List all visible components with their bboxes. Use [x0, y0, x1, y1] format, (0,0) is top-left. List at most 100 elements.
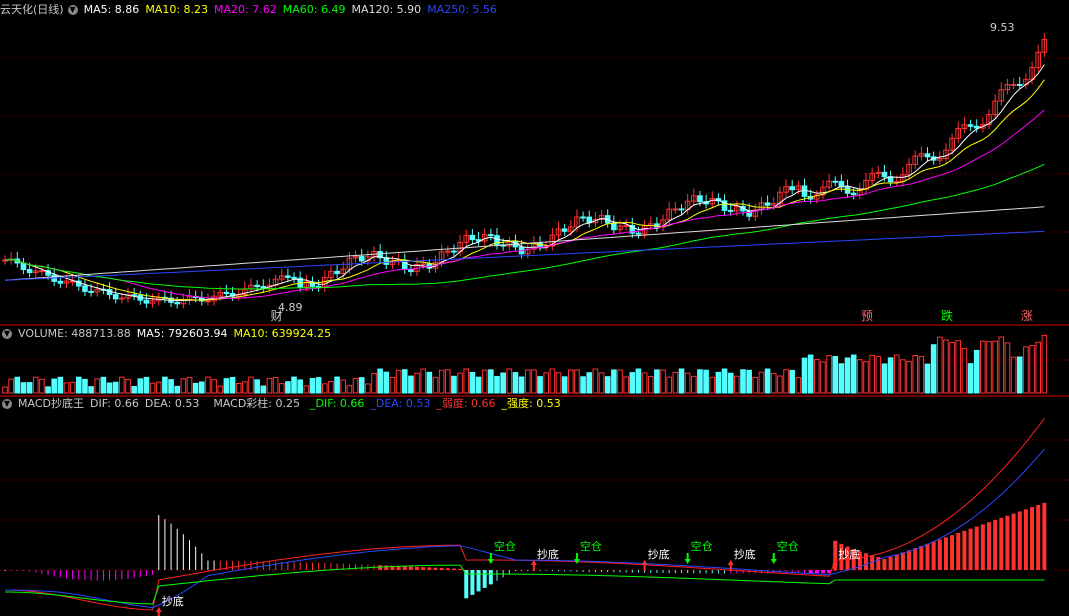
volume-bar — [998, 336, 1005, 394]
macd-bar — [558, 570, 559, 572]
volume-bar — [961, 347, 968, 394]
macd-bar — [894, 554, 899, 570]
volume-bar — [143, 376, 150, 394]
volume-bar — [76, 376, 82, 394]
macd-bar — [427, 567, 432, 570]
candle-body — [285, 275, 291, 278]
candle-body — [26, 269, 33, 274]
volume-bar — [740, 369, 746, 394]
macd-bar — [145, 570, 147, 577]
volume-bar — [1016, 356, 1023, 394]
macd-bar — [41, 570, 43, 574]
sell-signal-label: 空仓 — [494, 539, 516, 553]
macd-bar — [402, 566, 407, 570]
volume-bar — [660, 369, 666, 394]
candle-body — [586, 216, 593, 224]
candle-body — [924, 153, 931, 158]
volume-bar — [783, 369, 789, 394]
sell-arrow-icon — [487, 553, 494, 564]
macd-bar — [993, 520, 998, 570]
volume-bar — [641, 372, 648, 394]
volume-bar — [155, 381, 162, 394]
volume-bar — [875, 356, 882, 394]
volume-bar — [174, 385, 180, 394]
candle-body — [789, 186, 796, 191]
volume-bar — [272, 377, 279, 394]
buy-signal-label: 抄底 — [537, 547, 559, 561]
macd-bar — [496, 570, 498, 581]
sell-signal-label: 空仓 — [777, 539, 799, 553]
volume-bar — [992, 340, 998, 394]
macd-bar — [521, 570, 523, 571]
candle-body — [623, 224, 629, 227]
candle-body — [727, 209, 734, 212]
macd-bar — [919, 545, 924, 570]
macd-bar — [925, 543, 930, 570]
volume-bar — [420, 368, 426, 394]
macd-bar — [931, 541, 936, 570]
volume-bar — [598, 372, 605, 394]
volume-bar — [555, 372, 562, 394]
macd-bar — [999, 517, 1004, 570]
candle-body — [973, 125, 980, 129]
volume-bar — [20, 382, 27, 394]
volume-bar — [358, 377, 365, 394]
volume-bar — [844, 357, 851, 394]
volume-bar — [881, 363, 888, 394]
macd-bar — [687, 570, 689, 574]
macd-bar — [943, 537, 948, 570]
macd-bar — [482, 570, 487, 588]
volume-bar — [967, 363, 974, 394]
low-price-label: 4.89 — [278, 301, 303, 314]
macd-bar — [355, 564, 357, 570]
volume-bar — [322, 383, 328, 394]
volume-bar — [709, 376, 716, 394]
volume-bar — [199, 381, 205, 394]
sell-signal-label: 空仓 — [580, 539, 602, 553]
macd-bar — [582, 570, 584, 572]
volume-bar — [647, 376, 654, 394]
volume-bar — [32, 376, 39, 394]
volume-bar — [574, 369, 580, 394]
macd-bar — [619, 570, 621, 573]
volume-bar — [254, 379, 260, 394]
volume-bar — [39, 378, 45, 394]
volume-bar — [315, 377, 322, 394]
volume-bar — [451, 375, 457, 394]
chart-canvas[interactable]: 财预跌涨抄底空仓抄底空仓抄底空仓抄底空仓抄底 — [0, 0, 1069, 616]
volume-bar — [137, 378, 144, 394]
macd-bar — [84, 570, 86, 581]
volume-bar — [389, 376, 396, 394]
volume-bar — [352, 377, 359, 394]
volume-bar — [727, 372, 734, 394]
volume-bar — [973, 349, 980, 394]
macd-bar — [864, 553, 868, 570]
macd-bar — [127, 570, 129, 579]
macd-bar — [115, 570, 117, 581]
volume-bar — [611, 369, 617, 394]
volume-bar — [112, 381, 119, 394]
volume-bar — [500, 372, 506, 394]
candle-body — [119, 297, 125, 300]
sell-arrow-icon — [684, 553, 691, 564]
candle-body — [39, 270, 45, 273]
candle-body — [174, 301, 180, 305]
volume-bar — [408, 375, 414, 394]
macd-bar — [674, 570, 676, 574]
volume-bar — [900, 359, 906, 394]
macd-bar — [570, 570, 572, 572]
macd-bar — [576, 570, 578, 572]
volume-bar — [512, 372, 519, 394]
volume-bar — [586, 372, 593, 394]
macd-bar — [439, 567, 444, 570]
macd-bar — [164, 519, 166, 570]
volume-bar — [580, 376, 586, 394]
volume-bar — [180, 378, 187, 394]
volume-bar — [346, 385, 353, 394]
macd-bar — [312, 562, 313, 570]
volume-bar — [8, 378, 14, 394]
volume-bar — [850, 354, 857, 394]
macd-bar — [16, 570, 18, 571]
volume-bar — [1004, 342, 1011, 394]
candle-body — [358, 256, 365, 262]
